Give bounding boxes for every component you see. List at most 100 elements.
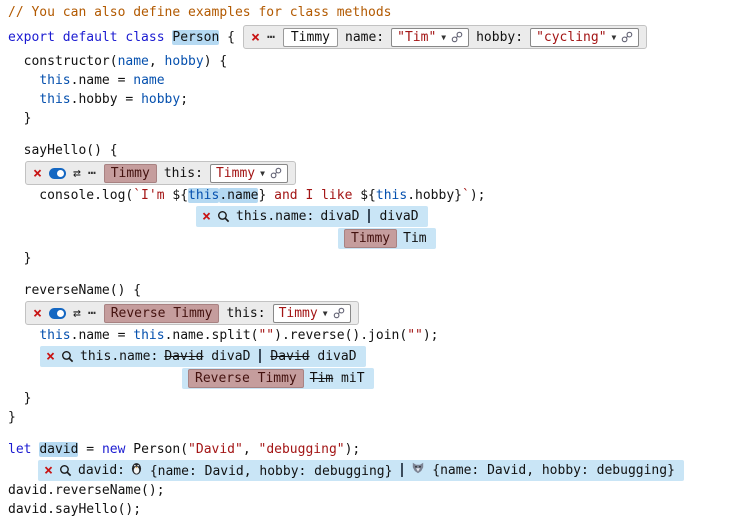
token: name [118, 54, 149, 69]
close-probe-icon[interactable]: × [46, 349, 55, 364]
probe-value: Tim [403, 231, 426, 246]
code-text: // You can also define examples for clas… [8, 5, 392, 20]
code-text: constructor(name, hobby) { [8, 54, 227, 69]
token: ` [462, 188, 470, 203]
code-line: this.hobby = hobby; [8, 90, 749, 109]
token: "" [258, 328, 274, 343]
token [8, 328, 39, 343]
token: and I like [266, 188, 360, 203]
close-example-icon[interactable]: × [251, 30, 260, 45]
code-text: this.name = this.name.split("").reverse(… [8, 328, 439, 343]
token: {name: David, hobby: debugging} [424, 463, 674, 478]
token: ${ [360, 188, 376, 203]
value-dropdown[interactable]: Timmy▼ [210, 164, 288, 183]
dropdown-value: Timmy [216, 166, 255, 181]
example-toolbar: ×⇄⋯Reverse Timmythis:Timmy▼ [25, 301, 359, 325]
code-text: let david = new Person("David", "debuggi… [8, 442, 360, 457]
probe-value: David divaD [164, 349, 250, 364]
link-icon[interactable] [270, 167, 282, 179]
chevron-down-icon: ▼ [323, 309, 328, 318]
code-line: } [8, 408, 749, 427]
code-line: constructor(name, hobby) { [8, 52, 749, 71]
probe-row: Reverse Timmy Tim miT [182, 367, 749, 389]
token: } [8, 111, 31, 126]
token: ).reverse().join( [274, 328, 407, 343]
token: "debugging" [259, 442, 345, 457]
example-chip[interactable]: Timmy [104, 164, 157, 183]
probe-result: ×david: {name: David, hobby: debugging} … [38, 460, 684, 481]
token: Tim [310, 371, 333, 386]
blank-line [8, 427, 749, 440]
magnifier-icon[interactable] [59, 464, 72, 477]
dropdown-value: "Tim" [397, 30, 436, 45]
probe-example-result: Reverse Timmy Tim miT [182, 368, 374, 389]
probe-row: ×this.name:divaDdivaD [196, 205, 749, 227]
close-probe-icon[interactable]: × [202, 209, 211, 224]
magnifier-icon[interactable] [61, 350, 74, 363]
chevron-down-icon: ▼ [612, 33, 617, 42]
code-text: console.log(`I'm ${this.name} and I like… [8, 188, 485, 203]
token: ) { [204, 54, 227, 69]
more-options-icon[interactable]: ⋯ [88, 307, 97, 320]
close-example-icon[interactable]: × [33, 306, 42, 321]
swap-icon[interactable]: ⇄ [73, 167, 81, 180]
value-dropdown[interactable]: Timmy ▼ [273, 304, 351, 323]
class-example-widget: ×⋯Timmyname:"Tim"▼hobby:"cycling"▼ [243, 25, 647, 49]
token: } [8, 410, 16, 425]
token [8, 73, 39, 88]
link-icon[interactable] [451, 31, 463, 43]
token: "" [407, 328, 423, 343]
example-toolbar-row: ×⇄⋯Reverse Timmythis:Timmy▼ [25, 300, 749, 326]
link-icon[interactable] [621, 31, 633, 43]
probe-value: {name: David, hobby: debugging} [131, 462, 392, 479]
example-name-box[interactable]: Timmy [283, 28, 338, 47]
highlighted-token[interactable]: this [188, 188, 219, 203]
highlighted-token[interactable]: david [39, 442, 78, 457]
token: {name: David, hobby: debugging} [142, 464, 392, 479]
value-dropdown[interactable]: "Tim"▼ [391, 28, 469, 47]
value-separator [259, 349, 261, 363]
code-line: // You can also define examples for clas… [8, 3, 749, 22]
close-example-icon[interactable]: × [33, 166, 42, 181]
token: reverseName() { [8, 283, 141, 298]
code-line: } [8, 389, 749, 408]
value-separator [368, 209, 370, 223]
token: , [149, 54, 165, 69]
token: this [39, 328, 70, 343]
toggle-on-icon[interactable] [49, 168, 66, 179]
link-icon[interactable] [333, 307, 345, 319]
example-chip[interactable]: Reverse Timmy [104, 304, 220, 323]
token: David [270, 349, 309, 364]
token: .hobby = [71, 92, 141, 107]
token: David [164, 349, 203, 364]
code-text: reverseName() { [8, 283, 141, 298]
token: sayHello() { [8, 143, 118, 158]
highlighted-token[interactable]: Person [172, 30, 219, 45]
token: hobby [141, 92, 180, 107]
value-dropdown[interactable]: "cycling"▼ [530, 28, 639, 47]
value-separator [401, 463, 403, 477]
token: Person( [133, 442, 188, 457]
more-options-icon[interactable]: ⋯ [267, 31, 276, 44]
probe-value: Tim miT [310, 371, 365, 386]
token: divaD [203, 349, 250, 364]
toggle-on-icon[interactable] [49, 308, 66, 319]
code-editor: // You can also define examples for clas… [0, 0, 749, 519]
example-chip[interactable]: Timmy [344, 229, 397, 248]
token: this [376, 188, 407, 203]
magnifier-icon[interactable] [217, 210, 230, 223]
token: .name.split( [165, 328, 259, 343]
dropdown-value: Timmy [279, 306, 318, 321]
code-line: export default class Person {×⋯Timmyname… [8, 22, 749, 52]
example-chip[interactable]: Reverse Timmy [188, 369, 304, 388]
code-line: let david = new Person("David", "debuggi… [8, 440, 749, 459]
token: ); [470, 188, 486, 203]
highlighted-token[interactable]: .name [219, 188, 258, 203]
blank-line [8, 268, 749, 281]
example-toolbar: ×⇄⋯Timmythis:Timmy▼ [25, 161, 296, 185]
token: // You can also define examples for clas… [8, 5, 392, 20]
close-probe-icon[interactable]: × [44, 463, 53, 478]
token: constructor( [8, 54, 118, 69]
more-options-icon[interactable]: ⋯ [88, 167, 97, 180]
swap-icon[interactable]: ⇄ [73, 307, 81, 320]
